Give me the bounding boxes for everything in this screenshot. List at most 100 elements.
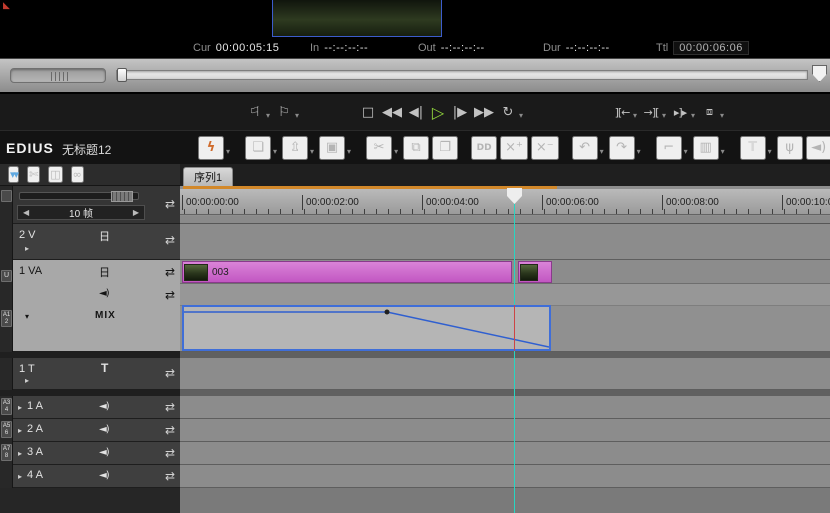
track-label[interactable]: 2 V [19,229,36,241]
playback-dropdown-icon[interactable]: ▾ [519,111,523,120]
sync-mode-icon[interactable]: ▾▾ [8,166,19,183]
mark-out-button[interactable]: ⚐ [274,100,294,124]
patch-toggle[interactable] [1,190,12,202]
route-toggle-icon[interactable]: ⇄ [165,469,175,483]
audio-enable-icon[interactable]: ◄) [99,401,110,412]
remove-cut-point-button[interactable]: ×⁻ [530,135,559,160]
track-content-2v[interactable] [180,224,830,260]
rubberband-node[interactable] [384,309,390,315]
marker-dropdown-icon[interactable]: ▾ [684,147,688,156]
timecode-ruler[interactable]: 00:00:00:00 00:00:02:00 00:00:04:00 00:0… [180,189,830,215]
expand-icon[interactable]: ▸ [18,472,22,481]
track-content-3a[interactable] [180,442,830,465]
track-label[interactable]: 4 A [27,469,43,481]
audio-patch-button[interactable]: A1 2 [1,310,12,327]
audio-enable-icon[interactable]: ◄) [99,447,110,458]
next-frame-button[interactable]: |▶ [450,100,470,124]
export-button[interactable]: ⇫ [282,135,309,160]
sequence-tab[interactable]: 序列1 [183,167,234,186]
trim-to-out-button[interactable]: →][ [641,100,661,124]
track-content-1a[interactable] [180,396,830,419]
track-content-2a[interactable] [180,419,830,442]
video-clip[interactable]: 003 [182,261,512,283]
route-toggle-icon[interactable]: ⇄ [165,197,175,211]
expand-icon[interactable]: ▸ [18,426,22,435]
track-label[interactable]: 3 A [27,446,43,458]
trim-slide-button[interactable]: ▸]▸ [670,100,690,124]
link-mode-icon[interactable]: ∞ [70,166,84,183]
audio-patch-button[interactable]: A7 8 [1,444,12,461]
expand-icon[interactable]: ▸ [18,403,22,412]
marker-button[interactable]: ⌐ [655,135,682,160]
track-content-4a[interactable] [180,465,830,488]
end-marker-icon[interactable] [812,65,827,82]
trim-dropdown-icon[interactable]: ▾ [691,111,695,120]
spinner-left-icon[interactable]: ◀ [23,208,29,217]
play-button[interactable]: ▷ [428,100,448,124]
layouter-dropdown-icon[interactable]: ▾ [721,147,725,156]
route-toggle-icon[interactable]: ⇄ [165,265,175,279]
insert-mode-icon[interactable]: ◫ [48,166,63,183]
effects-button[interactable]: ϟ [198,135,224,160]
collapse-icon[interactable]: ▾ [25,312,29,321]
expand-icon[interactable]: ▸ [25,244,29,253]
spinner-right-icon[interactable]: ▶ [133,208,139,217]
va-audio-lane[interactable] [180,284,830,306]
audio-patch-button[interactable]: A5 6 [1,421,12,438]
track-height-slider[interactable] [19,191,139,202]
video-clip[interactable] [518,261,552,283]
fast-forward-button[interactable]: ▶▶ [472,100,496,124]
multicam-button[interactable]: ⧈ [699,100,719,124]
new-sequence-dropdown-icon[interactable]: ▾ [273,147,277,156]
timescale-spinner[interactable]: ◀ 10 帧 ▶ [17,205,145,220]
undo-dropdown-icon[interactable]: ▾ [600,147,604,156]
mark-out-dropdown-icon[interactable]: ▾ [295,111,299,120]
redo-button[interactable]: ↷ [608,135,635,160]
video-enable-icon[interactable]: 日 [99,228,110,244]
position-handle[interactable] [117,68,127,82]
undo-button[interactable]: ↶ [571,135,598,160]
track-label[interactable]: 1 T [19,363,35,375]
video-enable-icon[interactable]: 日 [99,264,110,280]
title-track-icon[interactable]: T [101,361,108,375]
route-toggle-icon[interactable]: ⇄ [165,423,175,437]
audio-patch-button[interactable]: A3 4 [1,398,12,415]
audio-enable-icon[interactable]: ◄) [99,470,110,481]
track-content-1t[interactable] [180,358,830,390]
trim-dropdown-icon[interactable]: ▾ [633,111,637,120]
mark-in-dropdown-icon[interactable]: ▾ [266,111,270,120]
audio-enable-icon[interactable]: ◄) [99,424,110,435]
slider-handle[interactable] [111,191,133,202]
track-label[interactable]: 2 A [27,423,43,435]
export-dropdown-icon[interactable]: ▾ [310,147,314,156]
mark-in-button[interactable]: ⚐ [245,100,265,124]
track-label[interactable]: 1 VA [19,265,42,277]
expand-icon[interactable]: ▸ [18,449,22,458]
trim-dropdown-icon[interactable]: ▾ [662,111,666,120]
route-toggle-icon[interactable]: ⇄ [165,288,175,302]
add-cut-point-button[interactable]: ×⁺ [500,135,528,160]
cut-button[interactable]: ✂ [366,135,393,160]
va-video-lane[interactable]: 003 [180,260,830,284]
volume-rubberband[interactable] [184,307,549,349]
route-toggle-icon[interactable]: ⇄ [165,446,175,460]
route-toggle-icon[interactable]: ⇄ [165,400,175,414]
rewind-button[interactable]: ◀◀ [380,100,404,124]
stop-button[interactable]: □ [358,100,378,124]
prev-frame-button[interactable]: ◀| [406,100,426,124]
voiceover-button[interactable]: ψ [776,135,803,160]
speaker-button[interactable]: ◄) [805,135,830,160]
effects-dropdown-icon[interactable]: ▾ [226,147,230,156]
title-tool-button[interactable]: T [739,135,766,160]
route-toggle-icon[interactable]: ⇄ [165,366,175,380]
audio-enable-icon[interactable]: ◄) [99,288,110,299]
save-dropdown-icon[interactable]: ▾ [347,147,351,156]
expand-icon[interactable]: ▸ [25,376,29,385]
redo-dropdown-icon[interactable]: ▾ [637,147,641,156]
video-patch-button[interactable]: U [1,270,12,282]
ripple-mode-icon[interactable]: ✄ [27,166,41,183]
layouter-button[interactable]: ▥ [692,135,719,160]
position-track[interactable] [116,70,808,80]
multicam-dropdown-icon[interactable]: ▾ [720,111,724,120]
route-toggle-icon[interactable]: ⇄ [165,233,175,247]
